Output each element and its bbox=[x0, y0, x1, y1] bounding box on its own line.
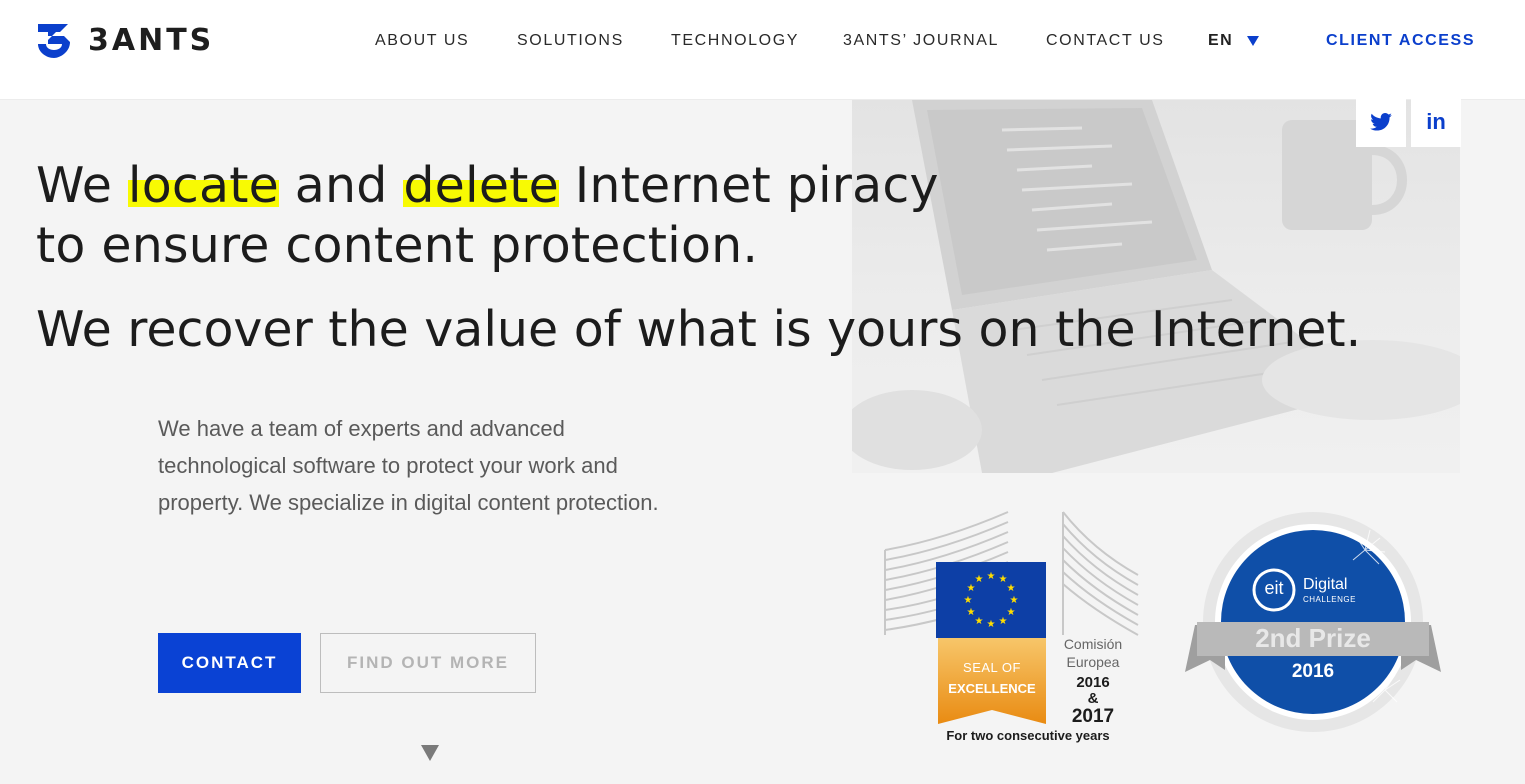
eit-subtitle: CHALLENGE bbox=[1303, 595, 1356, 604]
find-out-more-button[interactable]: FIND OUT MORE bbox=[320, 633, 536, 693]
headline-text: and bbox=[279, 157, 404, 214]
nav-item-contact-us[interactable]: CONTACT US bbox=[1046, 32, 1165, 50]
language-label: EN bbox=[1208, 32, 1234, 49]
eit-prize: 2nd Prize bbox=[1255, 623, 1371, 653]
nav-item-about-us[interactable]: ABOUT US bbox=[375, 32, 469, 50]
twitter-button[interactable] bbox=[1356, 97, 1406, 147]
seal-ampersand: & bbox=[1087, 690, 1099, 707]
caret-down-icon bbox=[1247, 36, 1260, 46]
eit-logo-text: eit bbox=[1264, 578, 1284, 598]
seal-org-line1: Comisión bbox=[1063, 636, 1123, 652]
nav-item-solutions[interactable]: SOLUTIONS bbox=[517, 32, 624, 50]
headline-text: We bbox=[36, 157, 128, 214]
highlight-delete: delete bbox=[403, 157, 559, 214]
hero-laptop-image bbox=[852, 100, 1460, 473]
seal-ribbon-line1: SEAL OF bbox=[963, 660, 1021, 675]
svg-text:★: ★ bbox=[987, 619, 996, 630]
svg-text:★: ★ bbox=[964, 595, 973, 606]
svg-text:★: ★ bbox=[1007, 607, 1016, 618]
site-header: 3ANTS ABOUT US SOLUTIONS TECHNOLOGY 3ANT… bbox=[0, 0, 1525, 100]
hero-headline: We locate and delete Internet piracy to … bbox=[36, 156, 939, 276]
nav-item-journal[interactable]: 3ANTS’ JOURNAL bbox=[843, 32, 999, 50]
client-access-link[interactable]: CLIENT ACCESS bbox=[1326, 32, 1475, 50]
svg-text:★: ★ bbox=[1007, 583, 1016, 594]
eit-digital-challenge-badge: eit Digital CHALLENGE 2nd Prize 2016 bbox=[1185, 510, 1441, 735]
seal-year-1: 2016 bbox=[1076, 674, 1110, 691]
nav-item-technology[interactable]: TECHNOLOGY bbox=[671, 32, 799, 50]
eit-year: 2016 bbox=[1291, 661, 1335, 682]
seal-ribbon-line2: EXCELLENCE bbox=[948, 681, 1036, 696]
laptop-illustration bbox=[852, 100, 1460, 473]
eit-title: Digital bbox=[1303, 576, 1348, 593]
seal-year-2: 2017 bbox=[1071, 706, 1115, 727]
main-nav: ABOUT US SOLUTIONS TECHNOLOGY 3ANTS’ JOU… bbox=[0, 32, 1525, 52]
headline-text: Internet piracy bbox=[558, 157, 939, 214]
svg-text:★: ★ bbox=[975, 574, 984, 585]
highlight-locate: locate bbox=[127, 157, 280, 214]
svg-text:★: ★ bbox=[1010, 595, 1019, 606]
contact-button[interactable]: CONTACT bbox=[158, 633, 301, 693]
eu-seal-of-excellence-badge: ★ ★ ★ ★ ★ ★ ★ ★ ★ ★ ★ ★ SEAL OF EXCELLENCE Comis… bbox=[883, 510, 1143, 750]
svg-text:★: ★ bbox=[967, 607, 976, 618]
seal-caption: For two consecutive years bbox=[946, 728, 1110, 743]
linkedin-icon: in bbox=[1426, 109, 1446, 134]
svg-text:★: ★ bbox=[987, 571, 996, 582]
seal-org-line2: Europea bbox=[1066, 654, 1120, 670]
hero-intro-text: We have a team of experts and advanced t… bbox=[158, 416, 659, 515]
scroll-down-icon[interactable] bbox=[421, 745, 439, 761]
hero-subheadline: We recover the value of what is yours on… bbox=[36, 301, 1362, 358]
twitter-icon bbox=[1370, 113, 1392, 131]
headline-line-2: to ensure content protection. bbox=[36, 217, 759, 274]
svg-text:★: ★ bbox=[999, 616, 1008, 627]
linkedin-button[interactable]: in bbox=[1411, 97, 1461, 147]
svg-text:★: ★ bbox=[975, 616, 984, 627]
language-selector[interactable]: EN bbox=[1208, 32, 1260, 50]
